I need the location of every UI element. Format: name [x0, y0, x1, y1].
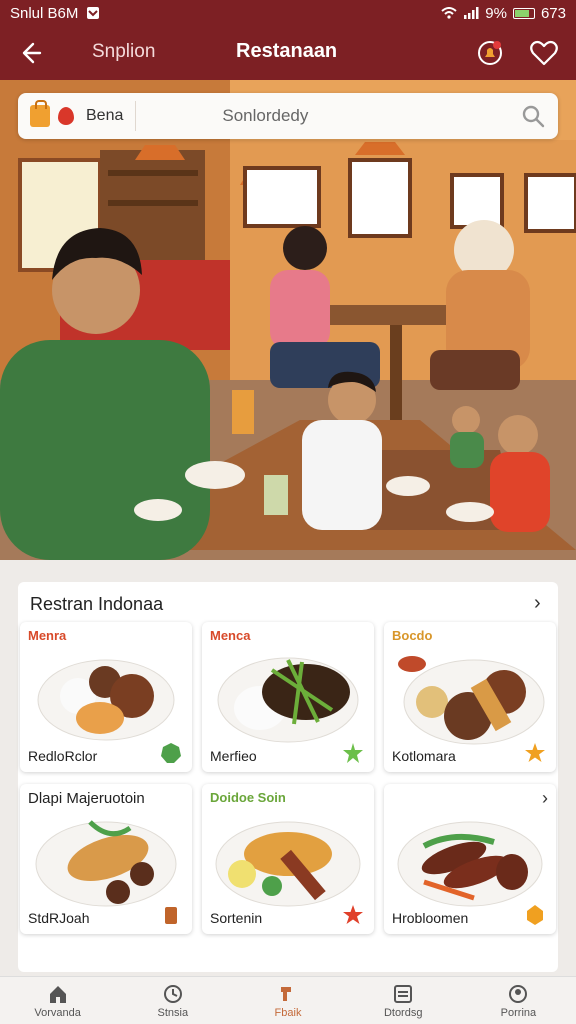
restaurant-card[interactable]: Menra RedloRclor — [20, 622, 192, 772]
section-title[interactable]: Restran Indonaa — [30, 594, 163, 615]
drink-badge-icon — [165, 907, 177, 924]
restaurant-card[interactable]: Doidoe Soin Sortenin — [202, 784, 374, 934]
card-name: Kotlomara — [392, 748, 456, 764]
nav-item-orders[interactable]: Dtordsg — [346, 977, 461, 1024]
food-photo — [37, 659, 175, 741]
nav-label: Porrina — [500, 1006, 537, 1019]
restaurant-card[interactable]: Bocdo Kotlomara — [384, 622, 556, 772]
nav-label: Dtordsg — [383, 1006, 423, 1019]
signal-percent: 9% — [485, 4, 507, 22]
bottom-navigation: Vorvanda Stnsia Fbaik Dtordsg Porrina — [0, 976, 576, 1024]
card-name: Sortenin — [210, 910, 263, 926]
restaurant-card[interactable]: Menca Merfieo — [202, 622, 374, 772]
food-photo — [215, 821, 361, 907]
clock-icon — [163, 984, 182, 1003]
page-title: Restanaan — [236, 40, 338, 62]
lamp-icon — [281, 986, 291, 1001]
leaf-badge-icon — [343, 743, 363, 763]
nav-item-home[interactable]: Vorvanda — [0, 977, 115, 1024]
list-icon — [394, 984, 413, 1003]
location-chip[interactable]: Bena — [30, 100, 137, 131]
star-badge-icon — [525, 743, 545, 762]
nav-label: Stnsia — [157, 1006, 189, 1019]
nav-label: Fbaik — [274, 1006, 302, 1019]
food-photo — [398, 656, 545, 745]
star-badge-icon — [343, 905, 363, 924]
chevron-right-icon[interactable]: › — [534, 592, 541, 615]
card-name: RedloRclor — [28, 748, 98, 764]
carrier-label: Snlul B6M — [10, 4, 79, 22]
restaurant-section: Restran Indonaa › Menra RedloRclor Menca — [18, 582, 558, 972]
nav-item-profile[interactable]: Porrina — [461, 977, 576, 1024]
chili-pepper-icon — [58, 107, 74, 125]
hero-illustration — [0, 80, 576, 560]
notification-bell-icon[interactable] — [474, 37, 506, 69]
back-arrow-icon[interactable] — [16, 39, 44, 67]
shopping-bag-icon — [30, 100, 50, 127]
food-photo — [397, 821, 543, 907]
signal-icon — [464, 7, 479, 19]
content-area: Restran Indonaa › Menra RedloRclor Menca — [0, 560, 576, 980]
card-name: Hrobloomen — [392, 910, 469, 926]
chip-label: Bena — [86, 107, 124, 124]
food-photo — [217, 657, 359, 743]
status-bar: Snlul B6M 9% 673 — [0, 0, 576, 26]
battery-icon — [512, 7, 535, 19]
search-input[interactable]: Sonlordedy — [222, 106, 308, 126]
card-name: StdRJoah — [28, 910, 90, 926]
home-icon — [49, 985, 66, 1003]
fire-badge-icon — [527, 905, 543, 925]
notification-icon — [87, 7, 100, 19]
nav-item-status[interactable]: Stnsia — [115, 977, 230, 1024]
favorite-heart-icon[interactable] — [528, 37, 560, 69]
card-name: Merfieo — [210, 748, 257, 764]
profile-icon — [509, 984, 528, 1003]
food-photo — [35, 820, 177, 907]
search-bar[interactable]: Bena Sonlordedy — [18, 93, 558, 139]
nav-item-active[interactable]: Fbaik — [230, 977, 345, 1024]
restaurant-card[interactable]: Dlapi Majeruotoin StdRJoah — [20, 784, 192, 934]
wifi-icon — [441, 7, 457, 19]
restaurant-card[interactable]: › Hrobloomen — [384, 784, 556, 934]
app-subtitle[interactable]: Snplion — [92, 41, 155, 63]
search-icon[interactable] — [520, 103, 546, 129]
leaf-badge-icon — [161, 743, 181, 763]
nav-label: Vorvanda — [34, 1006, 81, 1019]
clock: 673 — [540, 4, 566, 22]
app-bar: Snplion Restanaan — [0, 26, 576, 80]
